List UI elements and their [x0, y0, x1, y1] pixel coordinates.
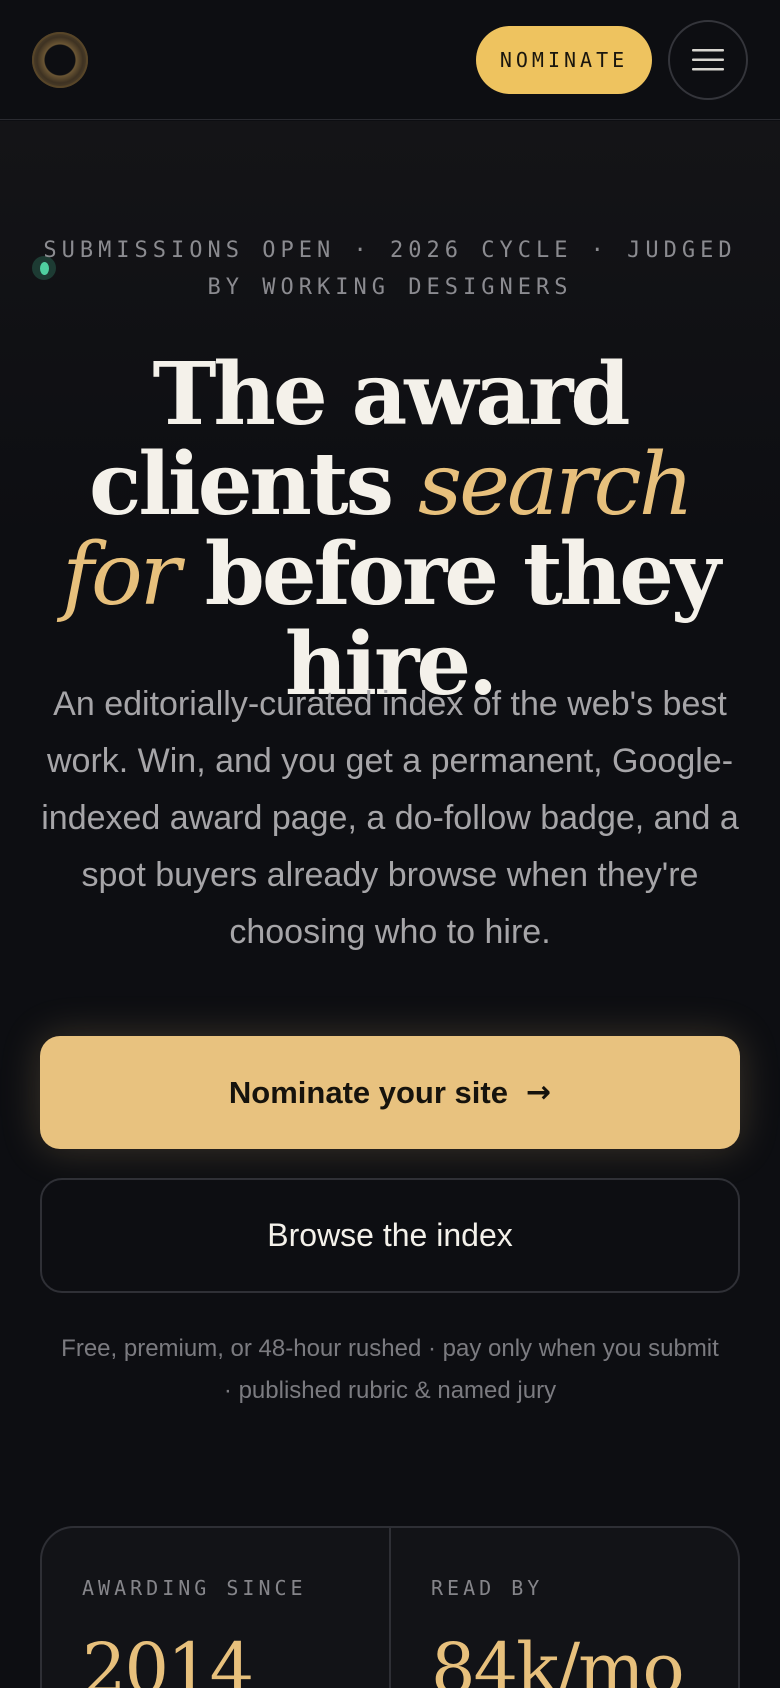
pricing-fineprint: Free, premium, or 48-hour rushed · pay o…	[61, 1335, 719, 1404]
stat-read-by: READ BY 84k/mo	[389, 1528, 738, 1688]
ring-logo-icon[interactable]	[32, 32, 88, 88]
hero-description: An editorially-curated index of the web'…	[41, 685, 739, 951]
stat-label: READ BY	[431, 1576, 544, 1600]
submissions-eyebrow: SUBMISSIONS OPEN · 2026 CYCLE · JUDGED B…	[43, 238, 737, 300]
menu-button[interactable]	[668, 20, 748, 100]
stat-value: 84k/mo	[431, 1628, 685, 1688]
stat-label: AWARDING SINCE	[82, 1576, 307, 1600]
nominate-button[interactable]: NOMINATE	[476, 26, 652, 94]
primary-cta-label: Nominate your site	[228, 1074, 508, 1110]
hero-headline: The award clients search for before they…	[20, 350, 760, 710]
nominate-your-site-button[interactable]: Nominate your site →	[40, 1036, 740, 1149]
arrow-right-icon: →	[525, 1075, 552, 1110]
top-navigation-bar: NOMINATE	[0, 0, 780, 120]
stat-awarding-since: AWARDING SINCE 2014	[42, 1528, 389, 1688]
stat-value: 2014	[82, 1628, 254, 1688]
browse-the-index-button[interactable]: Browse the index	[40, 1178, 740, 1293]
stats-panel: AWARDING SINCE 2014 READ BY 84k/mo	[40, 1526, 740, 1688]
hamburger-menu-icon	[692, 49, 724, 71]
